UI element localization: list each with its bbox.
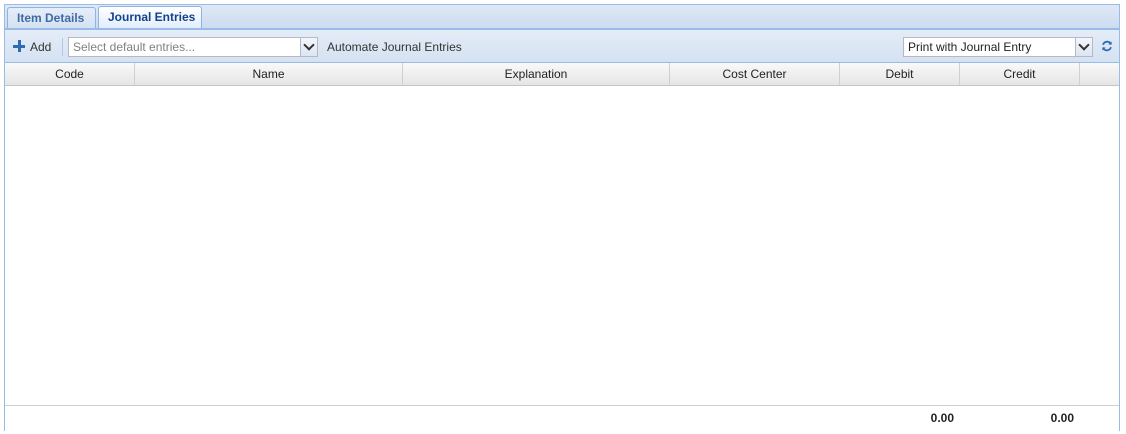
- print-option-input[interactable]: [904, 38, 1076, 56]
- add-button[interactable]: Add: [13, 38, 51, 56]
- print-option-dropdown-button[interactable]: [1075, 38, 1092, 56]
- default-entries-dropdown-button[interactable]: [300, 38, 317, 56]
- column-header-actions: [1080, 63, 1119, 85]
- tab-journal-entries[interactable]: Journal Entries: [98, 6, 202, 30]
- refresh-icon[interactable]: [1101, 40, 1113, 52]
- automate-journal-entries-link[interactable]: Automate Journal Entries: [327, 40, 462, 54]
- grid-header: Code Name Explanation Cost Center Debit …: [5, 63, 1119, 86]
- column-header-cost-center[interactable]: Cost Center: [670, 63, 840, 85]
- grid-summary-row: 0.00 0.00: [5, 405, 1119, 431]
- plus-icon: [13, 40, 25, 52]
- column-header-explanation[interactable]: Explanation: [403, 63, 670, 85]
- print-option-combo[interactable]: [903, 37, 1093, 57]
- grid-body[interactable]: [5, 86, 1119, 405]
- journal-entries-panel: Add Automate Journal Entries Code Name E…: [4, 28, 1120, 431]
- column-header-debit[interactable]: Debit: [840, 63, 960, 85]
- tab-strip: Item Details Journal Entries: [4, 4, 1120, 30]
- tab-item-details[interactable]: Item Details: [7, 7, 96, 29]
- column-header-name[interactable]: Name: [135, 63, 403, 85]
- chevron-down-icon: [303, 39, 315, 51]
- default-entries-combo[interactable]: [68, 37, 318, 57]
- debit-total: 0.00: [930, 411, 954, 425]
- credit-total: 0.00: [1050, 411, 1074, 425]
- chevron-down-icon: [1078, 39, 1090, 51]
- column-header-code[interactable]: Code: [5, 63, 135, 85]
- toolbar-separator: [62, 38, 63, 56]
- column-header-credit[interactable]: Credit: [960, 63, 1080, 85]
- add-button-label: Add: [30, 40, 52, 54]
- toolbar: Add Automate Journal Entries: [5, 30, 1119, 63]
- default-entries-input[interactable]: [69, 38, 301, 56]
